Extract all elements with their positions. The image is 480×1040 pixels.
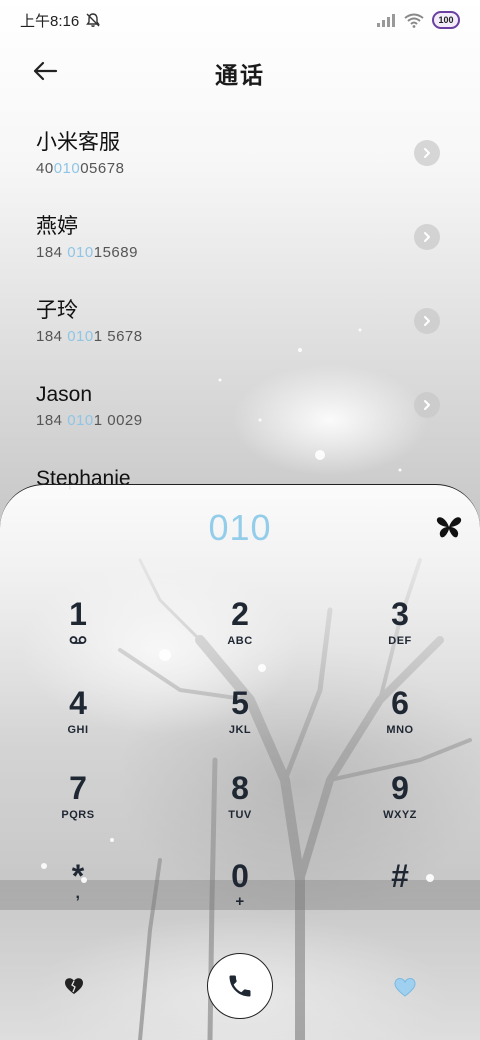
blue-heart-icon[interactable] — [394, 977, 416, 997]
contact-detail-button[interactable] — [414, 392, 440, 418]
contact-detail-button[interactable] — [414, 308, 440, 334]
contact-number: 184 0101 5678 — [36, 328, 444, 345]
number-suffix: 1 5678 — [93, 328, 143, 345]
contact-results-list: 小米客服 4001005678 燕婷 184 01015689 子玲 184 0… — [0, 112, 480, 532]
key-digit: 1 — [69, 596, 87, 632]
number-suffix: 1 0029 — [93, 412, 143, 429]
key-2[interactable]: 2 ABC — [190, 595, 290, 665]
key-0[interactable]: 0 + — [190, 857, 290, 927]
number-match: 010 — [67, 412, 94, 429]
key-digit: 9 — [391, 770, 409, 806]
key-5[interactable]: 5 JKL — [190, 684, 290, 754]
number-suffix: 05678 — [80, 160, 125, 177]
contact-item[interactable]: 小米客服 4001005678 — [0, 112, 480, 196]
key-6[interactable]: 6 MNO — [350, 684, 450, 754]
key-letters: GHI — [67, 724, 89, 736]
dialed-number[interactable]: 010 — [0, 507, 480, 549]
contact-name: 燕婷 — [36, 215, 78, 238]
key-letters: JKL — [228, 724, 252, 736]
key-letters: TUV — [228, 809, 252, 821]
key-digit: 0 — [231, 858, 249, 894]
contact-name: 子玲 — [36, 299, 78, 322]
key-1[interactable]: 1 — [28, 595, 128, 665]
contact-item[interactable]: Jason 184 0101 0029 — [0, 364, 480, 448]
contact-number: 184 01015689 — [36, 244, 444, 261]
battery-indicator: 100 — [432, 11, 460, 29]
key-digit: 3 — [391, 596, 409, 632]
contact-number: 184 0101 0029 — [36, 412, 444, 429]
number-prefix: 184 — [36, 328, 68, 345]
key-7[interactable]: 7 PQRS — [28, 769, 128, 839]
key-digit: 5 — [231, 685, 249, 721]
key-hash[interactable]: # — [350, 857, 450, 927]
page-title: 通话 — [215, 62, 265, 88]
call-button[interactable] — [207, 953, 273, 1019]
broken-heart-icon[interactable] — [64, 977, 84, 995]
key-8[interactable]: 8 TUV — [190, 769, 290, 839]
contact-item[interactable]: 子玲 184 0101 5678 — [0, 280, 480, 364]
key-digit: 4 — [69, 685, 87, 721]
phone-icon — [229, 975, 251, 997]
number-suffix: 15689 — [93, 244, 138, 261]
dialpad-sheet: 010 1 2 ABC 3 DEF 4 GHI 5 JKL 6 MNO 7 PQ… — [0, 484, 480, 1040]
key-letters: PQRS — [61, 809, 95, 821]
number-prefix: 184 — [36, 244, 68, 261]
battery-level: 100 — [438, 15, 454, 25]
chevron-right-icon — [424, 400, 430, 410]
contact-number: 4001005678 — [36, 160, 444, 177]
chevron-right-icon — [424, 316, 430, 326]
contact-name: Jason — [36, 383, 93, 406]
status-right: 100 — [376, 11, 460, 29]
key-digit: 2 — [231, 596, 249, 632]
butterfly-icon[interactable] — [436, 515, 462, 539]
contact-detail-button[interactable] — [414, 140, 440, 166]
wifi-icon — [404, 13, 424, 28]
number-prefix: 184 — [36, 412, 68, 429]
key-letters: + — [235, 893, 245, 910]
signal-icon — [377, 14, 395, 27]
voicemail-icon — [28, 635, 128, 648]
key-3[interactable]: 3 DEF — [350, 595, 450, 665]
key-letters: MNO — [386, 724, 414, 736]
contact-item[interactable]: 燕婷 184 01015689 — [0, 196, 480, 280]
key-digit: 7 — [69, 770, 87, 806]
chevron-right-icon — [424, 232, 430, 242]
key-digit: 8 — [231, 770, 249, 806]
mute-bell-icon — [86, 13, 101, 27]
key-4[interactable]: 4 GHI — [28, 684, 128, 754]
contact-detail-button[interactable] — [414, 224, 440, 250]
key-letters: , — [75, 885, 81, 902]
contact-name: 小米客服 — [36, 131, 120, 154]
key-9[interactable]: 9 WXYZ — [350, 769, 450, 839]
status-left: 上午8:16 — [20, 10, 101, 31]
key-letters: WXYZ — [383, 809, 417, 821]
status-bar: 上午8:16 100 — [0, 0, 480, 40]
number-match: 010 — [67, 328, 94, 345]
key-star[interactable]: * , — [28, 857, 128, 927]
key-digit: # — [391, 858, 409, 894]
number-match: 010 — [67, 244, 94, 261]
key-letters: DEF — [388, 635, 412, 647]
header: 通话 — [0, 46, 480, 96]
status-time: 上午8:16 — [20, 12, 80, 30]
number-prefix: 40 — [36, 160, 54, 177]
key-digit: 6 — [391, 685, 409, 721]
chevron-right-icon — [424, 148, 430, 158]
number-match: 010 — [53, 160, 81, 177]
key-letters: ABC — [227, 635, 253, 647]
